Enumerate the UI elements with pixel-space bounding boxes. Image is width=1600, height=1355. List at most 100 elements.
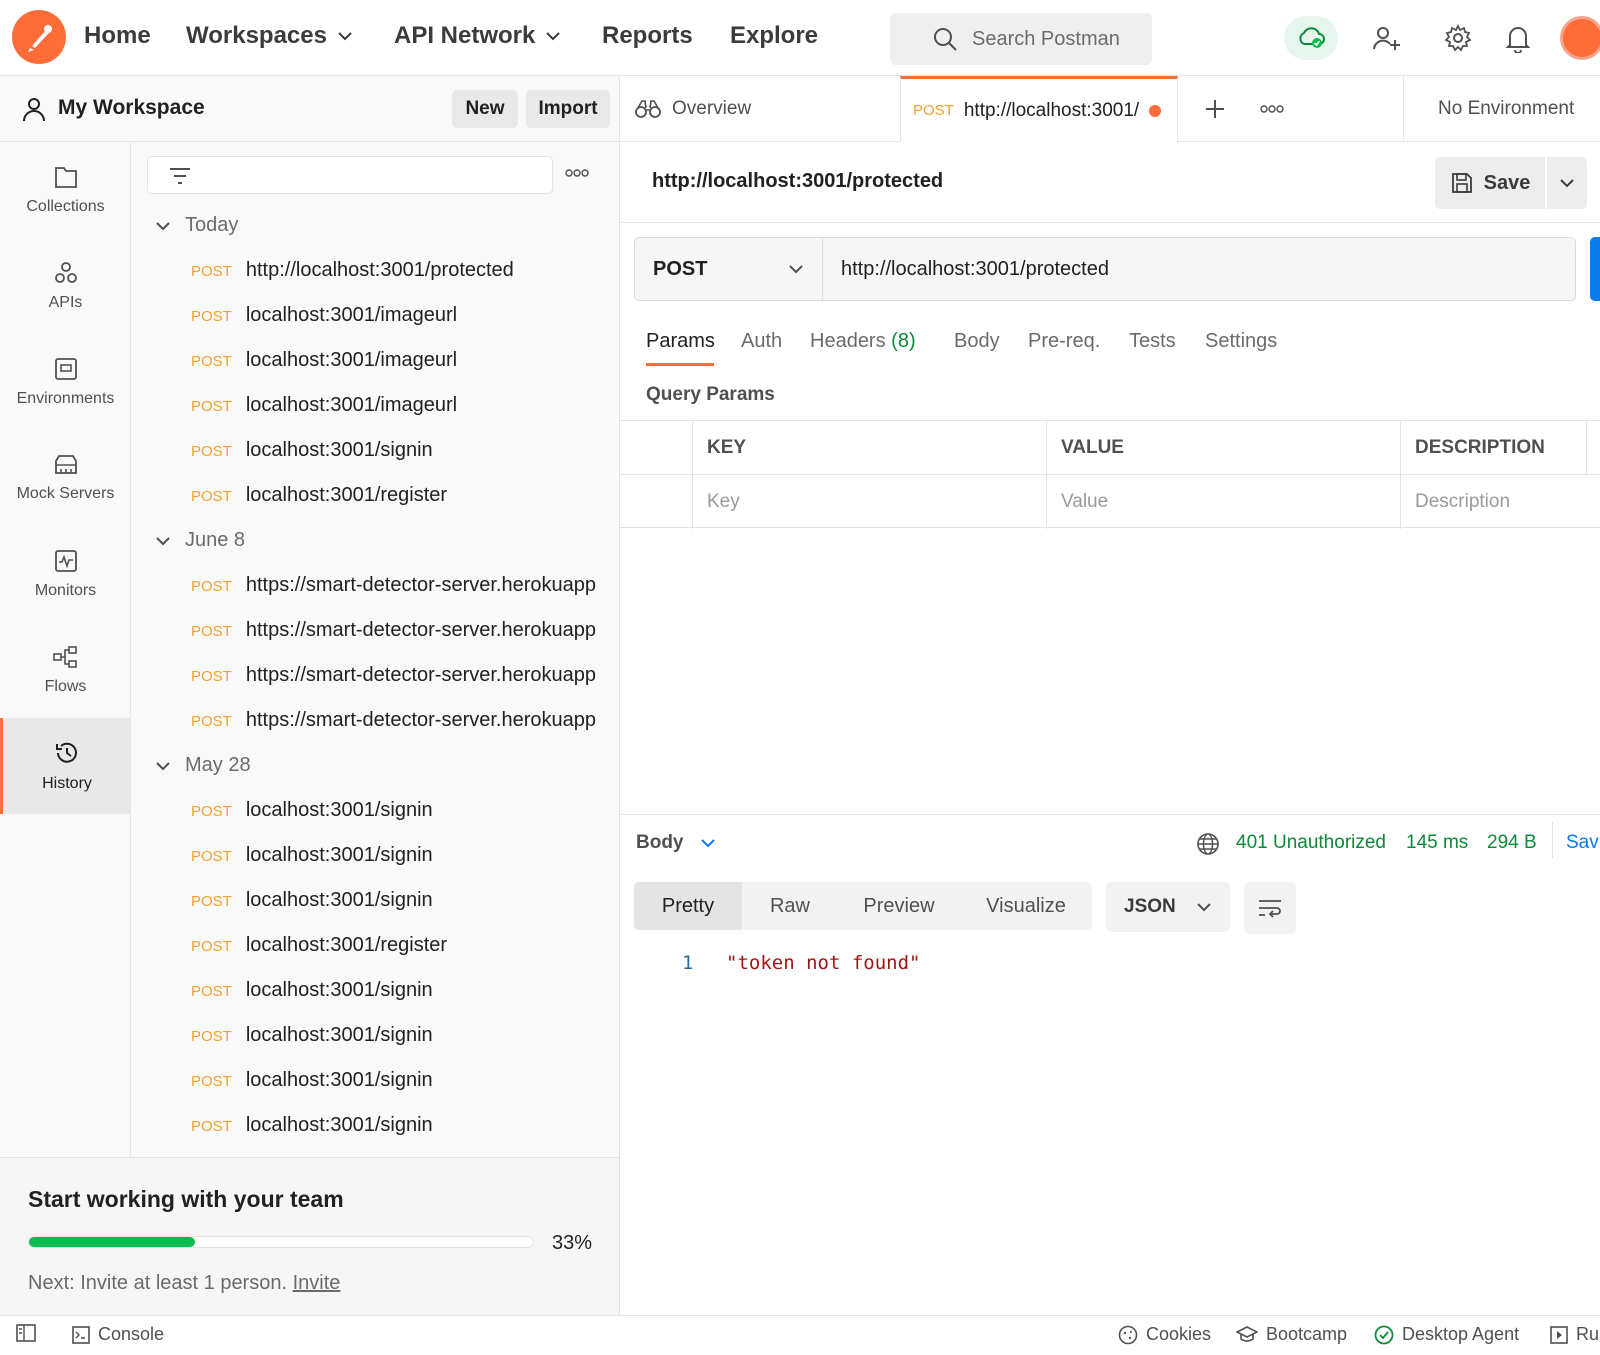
history-item-method: POST bbox=[191, 1073, 232, 1090]
wrap-lines-icon bbox=[1259, 900, 1281, 918]
format-select[interactable]: JSON bbox=[1106, 882, 1230, 932]
nav-api-network[interactable]: API Network bbox=[394, 22, 561, 50]
console-button[interactable]: Console bbox=[72, 1324, 164, 1345]
history-item[interactable]: POST localhost:3001/signin bbox=[191, 1024, 601, 1047]
sidebar-item-monitors[interactable]: Monitors bbox=[0, 526, 131, 622]
description-header-text: DESCRIPTION bbox=[1415, 437, 1545, 458]
add-user-icon bbox=[1373, 27, 1400, 50]
sidebar-item-flows[interactable]: Flows bbox=[0, 622, 131, 718]
history-item[interactable]: POST localhost:3001/imageurl bbox=[191, 394, 601, 417]
url-input[interactable]: http://localhost:3001/protected bbox=[823, 238, 1109, 300]
request-title[interactable]: http://localhost:3001/protected bbox=[652, 170, 943, 193]
tab-params[interactable]: Params bbox=[646, 330, 715, 353]
workspace-title[interactable]: My Workspace bbox=[58, 96, 205, 120]
more-options-icon[interactable] bbox=[565, 168, 589, 178]
avatar[interactable] bbox=[1560, 16, 1600, 60]
flows-icon bbox=[52, 646, 77, 668]
sidebar-item-history[interactable]: History bbox=[0, 718, 131, 814]
sidebar-item-mock-servers[interactable]: Mock Servers bbox=[0, 430, 131, 526]
send-button[interactable] bbox=[1590, 237, 1600, 301]
history-group-header[interactable]: Today bbox=[155, 214, 238, 237]
history-filter-input[interactable] bbox=[147, 156, 553, 194]
desktop-agent-button[interactable]: Desktop Agent bbox=[1374, 1324, 1519, 1345]
view-pretty[interactable]: Pretty bbox=[634, 882, 742, 930]
history-item[interactable]: POST https://smart-detector-server.heroku… bbox=[191, 574, 601, 597]
history-item[interactable]: POST localhost:3001/signin bbox=[191, 979, 601, 1002]
sidebar-item-apis[interactable]: APIs bbox=[0, 238, 131, 334]
invite-user-button[interactable] bbox=[1368, 20, 1404, 56]
history-group-header[interactable]: June 8 bbox=[155, 529, 245, 552]
notifications-button[interactable] bbox=[1500, 20, 1536, 56]
history-item[interactable]: POST localhost:3001/register bbox=[191, 484, 601, 507]
sidebar-item-collections[interactable]: Collections bbox=[0, 142, 131, 238]
chevron-down-icon bbox=[156, 221, 170, 230]
response-divider[interactable] bbox=[620, 814, 1600, 815]
history-item-method: POST bbox=[191, 308, 232, 325]
response-body-content[interactable]: "token not found" bbox=[726, 952, 920, 974]
key-input[interactable]: Key bbox=[692, 475, 1046, 529]
history-item[interactable]: POST localhost:3001/signin bbox=[191, 1114, 601, 1137]
search-box[interactable]: Search Postman bbox=[890, 13, 1152, 65]
invite-link[interactable]: Invite bbox=[293, 1272, 341, 1294]
globe-icon[interactable] bbox=[1196, 832, 1220, 856]
cookies-button[interactable]: Cookies bbox=[1118, 1324, 1211, 1345]
history-item[interactable]: POST localhost:3001/signin bbox=[191, 439, 601, 462]
history-group-label: June 8 bbox=[185, 529, 246, 551]
history-item[interactable]: POST http://localhost:3001/protected bbox=[191, 259, 601, 282]
response-time[interactable]: 145 ms bbox=[1406, 832, 1468, 854]
tabs-more-button[interactable] bbox=[1260, 76, 1284, 142]
sync-status-button[interactable] bbox=[1284, 16, 1338, 60]
bell-icon bbox=[1505, 27, 1531, 53]
tab-overview[interactable]: Overview bbox=[634, 76, 751, 142]
tab-headers[interactable]: Headers (8) bbox=[810, 330, 916, 353]
nav-home[interactable]: Home bbox=[84, 22, 151, 50]
save-options-button[interactable] bbox=[1547, 157, 1587, 209]
history-item[interactable]: POST https://smart-detector-server.heroku… bbox=[191, 709, 601, 732]
sidebar-item-environments[interactable]: Environments bbox=[0, 334, 131, 430]
nav-workspaces[interactable]: Workspaces bbox=[186, 22, 353, 50]
description-input[interactable]: Description bbox=[1400, 475, 1600, 529]
history-item[interactable]: POST localhost:3001/signin bbox=[191, 844, 601, 867]
response-status[interactable]: 401 Unauthorized bbox=[1236, 832, 1386, 854]
history-item[interactable]: POST https://smart-detector-server.heroku… bbox=[191, 619, 601, 642]
tab-pre-req[interactable]: Pre-req. bbox=[1028, 330, 1100, 353]
view-visualize[interactable]: Visualize bbox=[960, 882, 1092, 930]
history-item[interactable]: POST localhost:3001/signin bbox=[191, 1069, 601, 1092]
method-select[interactable]: POST bbox=[635, 238, 823, 300]
nav-explore[interactable]: Explore bbox=[730, 22, 818, 50]
history-item[interactable]: POST localhost:3001/register bbox=[191, 934, 601, 957]
history-item[interactable]: POST localhost:3001/signin bbox=[191, 799, 601, 822]
toggle-sidebar-button[interactable] bbox=[16, 1324, 36, 1342]
environments-icon bbox=[54, 358, 77, 380]
history-item[interactable]: POST localhost:3001/imageurl bbox=[191, 349, 601, 372]
wrap-lines-button[interactable] bbox=[1244, 882, 1296, 934]
save-response-button[interactable]: Sav bbox=[1566, 832, 1599, 854]
new-tab-button[interactable] bbox=[1204, 76, 1226, 142]
settings-button[interactable] bbox=[1440, 20, 1476, 56]
tab-active-request[interactable]: POST http://localhost:3001/ bbox=[900, 76, 1178, 142]
new-button[interactable]: New bbox=[452, 90, 518, 128]
view-preview[interactable]: Preview bbox=[838, 882, 960, 930]
tab-settings[interactable]: Settings bbox=[1205, 330, 1277, 353]
history-item-method: POST bbox=[191, 938, 232, 955]
history-group-header[interactable]: May 28 bbox=[155, 754, 251, 777]
response-body-select[interactable]: Body bbox=[636, 832, 716, 854]
import-button[interactable]: Import bbox=[526, 90, 610, 128]
bootcamp-button[interactable]: Bootcamp bbox=[1236, 1324, 1347, 1345]
environment-selector[interactable]: No Environment bbox=[1403, 76, 1600, 142]
tab-tests[interactable]: Tests bbox=[1129, 330, 1176, 353]
tab-body[interactable]: Body bbox=[954, 330, 1000, 353]
history-item[interactable]: POST localhost:3001/signin bbox=[191, 889, 601, 912]
postman-logo-icon[interactable] bbox=[12, 10, 66, 64]
value-input[interactable]: Value bbox=[1046, 475, 1400, 529]
history-item[interactable]: POST https://smart-detector-server.heroku… bbox=[191, 664, 601, 687]
runner-button[interactable]: Ru bbox=[1550, 1324, 1599, 1345]
response-size[interactable]: 294 B bbox=[1487, 832, 1537, 854]
tab-auth[interactable]: Auth bbox=[741, 330, 782, 353]
nav-reports[interactable]: Reports bbox=[602, 22, 693, 50]
response-view-selector: Pretty Raw Preview Visualize bbox=[634, 882, 1092, 930]
save-button[interactable]: Save bbox=[1435, 157, 1545, 209]
history-item[interactable]: POST localhost:3001/imageurl bbox=[191, 304, 601, 327]
history-item-method: POST bbox=[191, 803, 232, 820]
view-raw[interactable]: Raw bbox=[742, 882, 838, 930]
